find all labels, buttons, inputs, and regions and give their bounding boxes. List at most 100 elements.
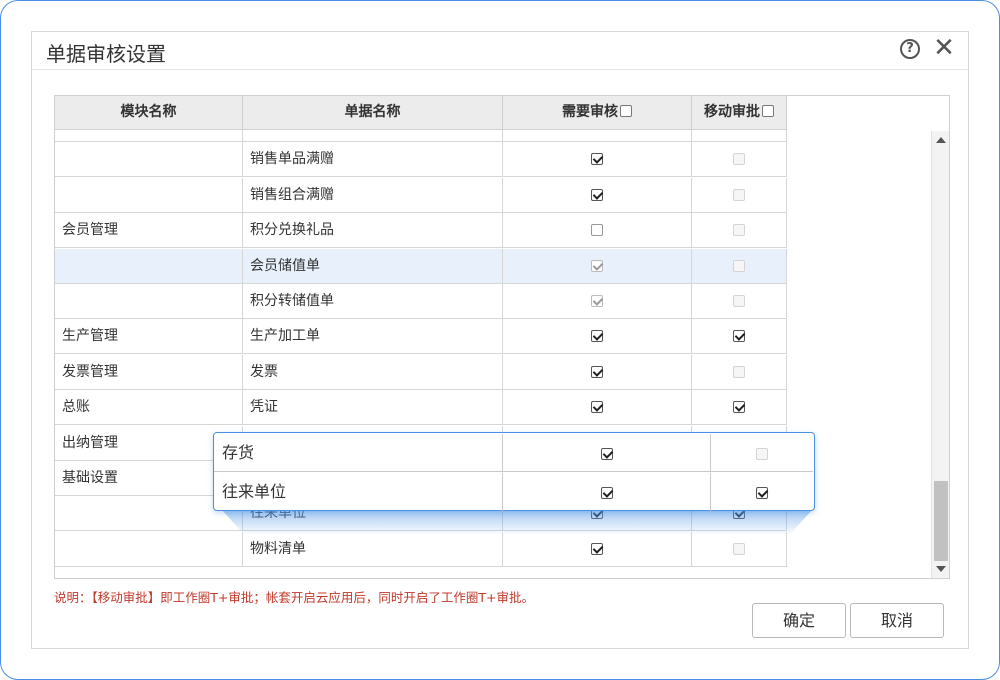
cell-document: 积分转储值单 [243, 284, 503, 319]
cell-mobile-approval [692, 284, 787, 319]
need-audit-checkbox[interactable] [591, 153, 603, 166]
cell-module: 生产管理 [55, 319, 243, 355]
callout-document-name: 往来单位 [214, 473, 503, 511]
cell-need-audit [503, 213, 692, 249]
scroll-up-arrow-icon[interactable] [936, 137, 946, 143]
callout-audit-checkbox[interactable] [600, 486, 613, 499]
need-audit-checkbox[interactable] [591, 542, 603, 555]
table-row[interactable]: 会员储值单 [55, 248, 787, 284]
dialog-header: 单据审核设置 ? ✕ [32, 32, 968, 70]
need-audit-checkbox[interactable] [591, 365, 603, 378]
select-all-audit-checkbox[interactable] [620, 105, 632, 117]
callout-row: 往来单位 [214, 473, 813, 511]
column-header-document-label: 单据名称 [344, 104, 401, 120]
table-header: 模块名称 单据名称 需要审核 移动审批 [55, 96, 787, 130]
need-audit-checkbox[interactable] [591, 188, 603, 201]
cell-need-audit [503, 390, 692, 426]
cell-module [55, 177, 243, 213]
need-audit-checkbox[interactable] [591, 259, 603, 272]
cell-mobile-approval [692, 390, 787, 426]
table-row[interactable]: 总账 凭证 [55, 390, 787, 426]
table-row[interactable]: 积分转储值单 [55, 284, 787, 319]
note-text: 说明：【移动审批】即工作圈T+审批；帐套开启云应用后，同时开启了工作圈T+审批。 [54, 590, 534, 605]
column-header-module-label: 模块名称 [120, 104, 177, 120]
cell-document: 销售单品满赠 [243, 142, 503, 178]
scrollbar-thumb[interactable] [934, 481, 948, 561]
column-header-need-audit: 需要审核 [503, 96, 692, 130]
screenshot-frame: 单据审核设置 ? ✕ 销售单品返现销售单品满赠销售组合满赠会员管理积分兑换礼品会… [0, 0, 1000, 680]
table-row[interactable]: 会员管理 积分兑换礼品 [55, 213, 787, 249]
mobile-approval-checkbox[interactable] [733, 188, 745, 201]
column-header-mobile-approval: 移动审批 [692, 96, 787, 130]
zoom-callout-shadow [221, 509, 813, 535]
mobile-approval-checkbox[interactable] [733, 401, 745, 414]
cell-mobile-approval [692, 531, 787, 567]
cell-document: 会员储值单 [243, 248, 503, 284]
vertical-scrollbar[interactable] [931, 131, 949, 578]
need-audit-checkbox[interactable] [591, 224, 603, 237]
callout-audit-checkbox[interactable] [600, 447, 613, 460]
cell-module [55, 284, 243, 319]
callout-mobile-cell [711, 473, 813, 511]
cell-document: 生产加工单 [243, 319, 503, 355]
mobile-approval-checkbox[interactable] [733, 365, 745, 378]
cell-need-audit [503, 142, 692, 178]
ok-button[interactable]: 确定 [752, 603, 846, 638]
mobile-approval-checkbox[interactable] [733, 259, 745, 272]
mobile-approval-checkbox[interactable] [733, 153, 745, 166]
help-icon[interactable]: ? [900, 39, 920, 59]
callout-audit-cell [503, 473, 711, 511]
table-row[interactable]: 销售单品满赠 [55, 142, 787, 178]
cell-document: 物料清单 [243, 531, 503, 567]
cell-mobile-approval [692, 177, 787, 213]
table-row[interactable]: 销售组合满赠 [55, 177, 787, 213]
cell-need-audit [503, 284, 692, 319]
mobile-approval-checkbox[interactable] [733, 295, 745, 307]
close-icon[interactable]: ✕ [932, 34, 956, 62]
table-row[interactable]: 物料清单 [55, 531, 787, 567]
zoomed-callout: 存货 往来单位 [213, 432, 815, 511]
cell-need-audit [503, 531, 692, 567]
callout-document-name: 存货 [214, 434, 503, 472]
cell-mobile-approval [692, 319, 787, 355]
callout-row: 存货 [214, 434, 813, 472]
cell-need-audit [503, 354, 692, 390]
cell-mobile-approval [692, 213, 787, 249]
cell-document: 发票 [243, 354, 503, 390]
callout-mobile-cell [711, 434, 813, 472]
cancel-button[interactable]: 取消 [850, 603, 944, 638]
cell-need-audit [503, 177, 692, 213]
cell-mobile-approval [692, 354, 787, 390]
need-audit-checkbox[interactable] [591, 330, 603, 343]
mobile-approval-checkbox[interactable] [733, 224, 745, 237]
cell-mobile-approval [692, 248, 787, 284]
column-header-module: 模块名称 [55, 96, 243, 130]
mobile-approval-checkbox[interactable] [733, 542, 745, 555]
scroll-down-arrow-icon[interactable] [936, 566, 946, 572]
column-header-need-audit-label: 需要审核 [562, 104, 618, 120]
cell-document: 凭证 [243, 390, 503, 426]
select-all-mobile-checkbox[interactable] [762, 105, 774, 117]
column-header-mobile-approval-label: 移动审批 [704, 104, 760, 120]
cell-module: 总账 [55, 390, 243, 426]
callout-audit-cell [503, 434, 711, 472]
document-audit-settings-dialog: 单据审核设置 ? ✕ 销售单品返现销售单品满赠销售组合满赠会员管理积分兑换礼品会… [31, 31, 969, 649]
cell-document: 销售组合满赠 [243, 177, 503, 213]
cell-module [55, 142, 243, 178]
column-header-document: 单据名称 [243, 96, 503, 130]
need-audit-checkbox[interactable] [591, 401, 603, 414]
table-row[interactable]: 发票管理 发票 [55, 354, 787, 390]
cell-document: 积分兑换礼品 [243, 213, 503, 249]
mobile-approval-checkbox[interactable] [733, 330, 745, 343]
cell-need-audit [503, 319, 692, 355]
callout-mobile-checkbox[interactable] [756, 447, 768, 460]
need-audit-checkbox[interactable] [591, 295, 603, 307]
cell-module [55, 248, 243, 284]
cell-module: 会员管理 [55, 213, 243, 249]
callout-mobile-checkbox[interactable] [756, 486, 768, 499]
cell-module: 发票管理 [55, 354, 243, 390]
table-row[interactable]: 生产管理 生产加工单 [55, 319, 787, 355]
cell-module [55, 531, 243, 567]
cell-need-audit [503, 248, 692, 284]
cell-mobile-approval [692, 142, 787, 178]
